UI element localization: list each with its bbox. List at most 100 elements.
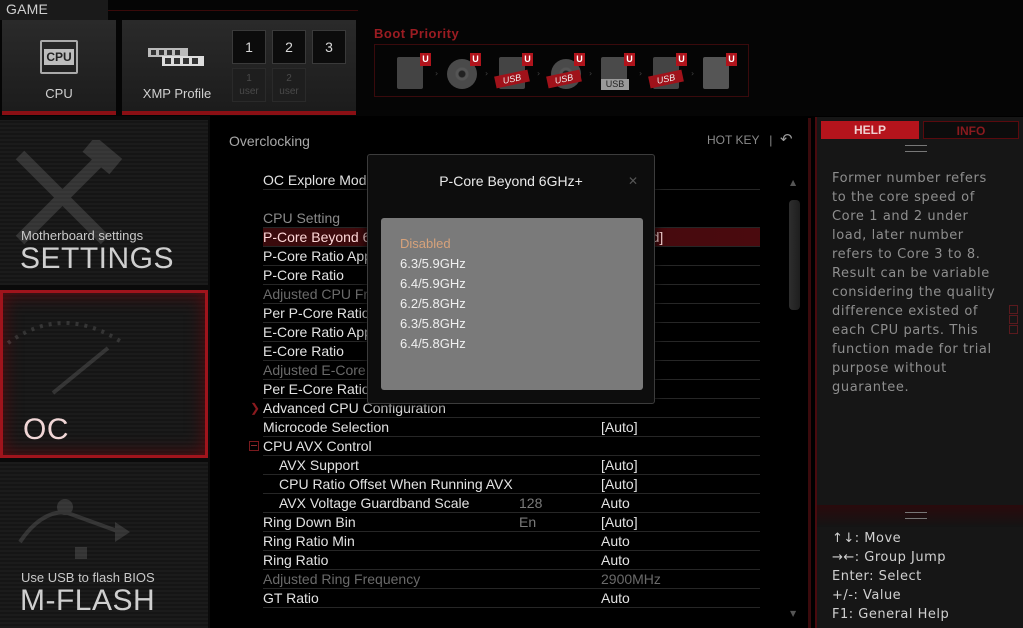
scroll-up-icon[interactable]: ▲ [790,178,796,187]
xmp-user-profile-2-button[interactable]: 2 user [272,68,306,102]
tab-info[interactable]: INFO [923,121,1019,139]
setting-row[interactable]: CPU Ratio Offset When Running AVX [Auto] [263,475,760,494]
collapse-icon[interactable] [249,441,259,451]
setting-row[interactable]: Ring Ratio Min Auto [263,532,760,551]
uefi-badge: U [624,53,635,66]
cpu-chip-text: CPU [44,49,74,65]
setting-row[interactable]: AVX Voltage Guardband Scale 128 Auto [263,494,760,513]
setting-label: CPU Ratio Offset When Running AVX [279,476,513,492]
help-panel-toggle-icon[interactable] [1009,305,1019,335]
boot-device-usb-hdd[interactable]: USB U [494,51,533,91]
uefi-badge: U [676,53,687,66]
grip-handle-icon[interactable] [905,512,927,519]
uefi-badge: U [470,53,481,66]
setting-current-value: 128 [519,495,543,511]
usb-plate: USB [601,79,629,90]
uefi-badge: U [726,53,737,66]
close-icon[interactable]: ✕ [628,175,640,187]
setting-label: GT Ratio [263,590,319,606]
setting-row[interactable]: Ring Ratio Auto [263,551,760,570]
setting-label: CPU Setting [263,210,341,226]
setting-label: Ring Down Bin [263,514,356,530]
option-item[interactable]: 6.3/5.8GHz [400,314,643,334]
key-hint-move: ↑↓: Move [832,531,902,546]
hotkey-label: HOT KEY [707,133,760,147]
hotkey-legend: ↑↓: Move →←: Group Jump Enter: Select +/… [832,529,949,624]
top-bar: GAME BOOST CPU CPU XMP Profile 1 2 3 1 u… [0,0,1023,116]
game-boost-cpu-button[interactable]: CPU CPU [2,20,116,115]
user-profile-sub: user [279,86,299,97]
option-dialog: P-Core Beyond 6GHz+ ✕ Disabled 6.3/5.9GHz… [367,154,655,404]
xmp-user-profile-1-button[interactable]: 1 user [232,68,266,102]
chevron-right-icon: › [691,69,695,78]
sidebar-item-settings[interactable]: Motherboard settings SETTINGS [0,120,208,285]
boot-device-usb-key[interactable]: USB U [599,51,635,91]
divider [108,10,358,11]
help-tabs: HELP INFO [819,119,1021,141]
setting-row[interactable]: GT Ratio Auto [263,589,760,608]
setting-label: P-Core Ratio [263,267,344,283]
sidebar-item-oc[interactable]: OC [0,290,208,458]
option-item[interactable]: 6.4/5.9GHz [400,274,643,294]
setting-value[interactable]: [Auto] [601,475,638,493]
option-item[interactable]: 6.4/5.8GHz [400,334,643,354]
help-divider [817,505,1023,527]
option-item[interactable]: 6.2/5.8GHz [400,294,643,314]
option-item[interactable]: Disabled [400,234,643,254]
uefi-badge: U [420,53,431,66]
key-hint-select: Enter: Select [832,569,922,584]
setting-value[interactable]: [Auto] [601,418,638,436]
xmp-profile-2-button[interactable]: 2 [272,30,306,64]
setting-label: Microcode Selection [263,419,390,435]
hotkey-separator: | [769,133,773,147]
chevron-right-icon: › [435,69,439,78]
setting-value[interactable]: [Auto] [601,513,638,531]
scroll-down-icon[interactable]: ▼ [790,609,796,618]
ram-module-icon [148,48,204,66]
setting-label: Ring Ratio [263,552,329,568]
tab-help[interactable]: HELP [821,121,919,139]
setting-value[interactable]: Auto [601,494,630,512]
setting-value[interactable]: [Auto] [601,456,638,474]
help-panel: HELP INFO Former number refers to the co… [815,117,1023,628]
setting-value[interactable]: Auto [601,551,630,569]
chevron-right-icon: › [589,69,593,78]
setting-label: E-Core Ratio [263,343,344,359]
scroll-thumb[interactable] [789,200,800,310]
setting-value: 2900MHz [601,571,661,587]
boot-device-usb-floppy[interactable]: USB U [648,51,687,91]
boot-priority-title: Boot Priority [374,26,460,41]
setting-value[interactable]: Auto [601,589,630,607]
uefi-badge: U [522,53,533,66]
setting-row[interactable]: Ring Down Bin En [Auto] [263,513,760,532]
back-icon[interactable]: ↶ [780,130,793,148]
grip-handle-icon[interactable] [905,145,927,152]
xmp-profile-1-button[interactable]: 1 [232,30,266,64]
boot-priority-bar: U › U › USB U › USB U › USB U › USB U › … [374,44,749,97]
sidebar-item-label: OC [23,413,69,446]
cpu-label: CPU [45,86,73,101]
key-hint-general-help: F1: General Help [832,607,950,622]
sidebar-item-subtitle: Use USB to flash BIOS [21,570,155,585]
chevron-right-icon: › [537,69,541,78]
scrollbar[interactable]: ▲ ▼ [787,178,801,618]
setting-row[interactable]: CPU AVX Control [249,437,760,456]
sidebar-item-m-flash[interactable]: Use USB to flash BIOS M-FLASH [0,462,208,628]
hotkey-button[interactable]: HOT KEY | [707,133,772,147]
boot-device-network[interactable]: U [701,51,737,91]
setting-label: CPU AVX Control [263,438,372,454]
key-hint-group-jump: →←: Group Jump [832,550,946,565]
xmp-profile-3-button[interactable]: 3 [312,30,346,64]
setting-label: AVX Voltage Guardband Scale [279,495,470,511]
sidebar-item-label: M-FLASH [20,584,156,617]
page-title: Overclocking [229,133,310,149]
setting-row[interactable]: AVX Support [Auto] [263,456,760,475]
option-item[interactable]: 6.3/5.9GHz [400,254,643,274]
boot-device-usb-cd[interactable]: USB U [546,51,585,91]
setting-row[interactable]: Microcode Selection [Auto] [263,418,760,437]
boot-device-optical[interactable]: U [445,51,481,91]
usb-symbol-icon [18,499,130,559]
setting-value[interactable]: Auto [601,532,630,550]
user-profile-number: 1 [246,73,252,84]
boot-device-hdd[interactable]: U [395,51,431,91]
